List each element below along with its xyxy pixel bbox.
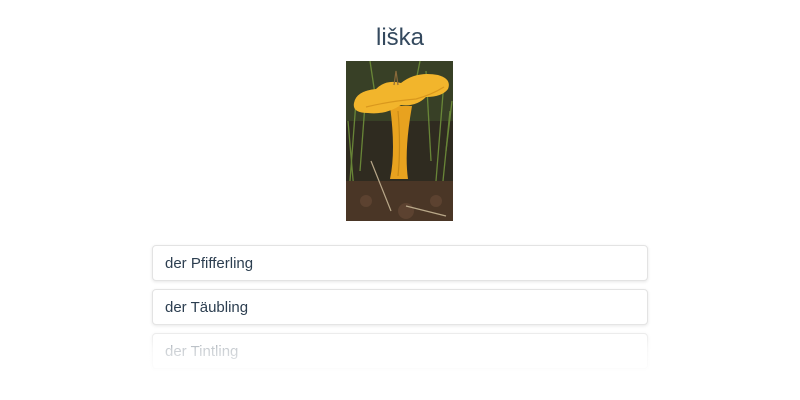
answer-option[interactable]: der Täubling [152,289,648,325]
answer-option[interactable]: der Pfifferling [152,245,648,281]
answer-options: der Pfifferling der Täubling der Tintlin… [152,245,648,377]
answer-option-label: der Tintling [165,342,239,360]
answer-option-label: der Pfifferling [165,254,254,272]
mushroom-image [346,61,453,221]
answer-option-label: der Täubling [165,298,249,316]
answer-option[interactable]: der Tintling [152,333,648,369]
prompt-word: liška [375,24,424,51]
